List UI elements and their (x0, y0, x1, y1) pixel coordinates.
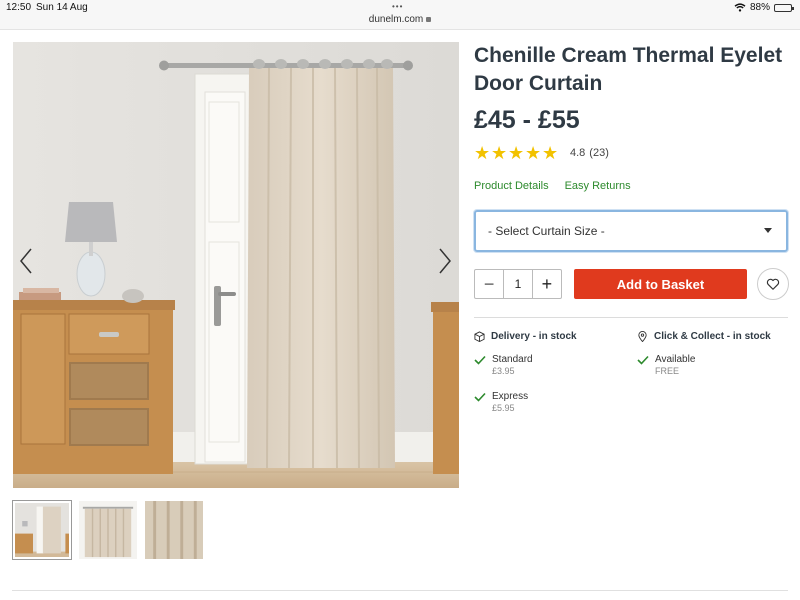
star-icon: ★ (491, 143, 508, 163)
product-title: Chenille Cream Thermal Eyelet Door Curta… (474, 44, 783, 95)
thumbnail-strip (12, 500, 204, 560)
check-icon (474, 355, 486, 365)
click-collect-heading-text: Click & Collect - in stock (654, 330, 771, 342)
add-to-basket-button[interactable]: Add to Basket (574, 269, 747, 299)
quantity-decrease-button[interactable]: − (475, 270, 503, 298)
delivery-option-standard: Standard £3.95 (474, 354, 577, 377)
next-image-arrow[interactable] (433, 246, 455, 276)
thumbnail-fabric-closeup[interactable] (144, 500, 204, 560)
check-icon (474, 392, 486, 402)
rating-stars: ★ ★ ★ ★ ★ (474, 143, 559, 163)
section-divider (474, 317, 788, 318)
size-select-value: - Select Curtain Size - (488, 224, 605, 238)
star-icon: ★ (542, 143, 559, 163)
delivery-heading-text: Delivery - in stock (491, 330, 577, 342)
star-icon: ★ (525, 143, 542, 163)
click-collect-heading: Click & Collect - in stock (637, 330, 771, 342)
chevron-right-icon (439, 248, 451, 274)
delivery-heading: Delivery - in stock (474, 330, 577, 342)
product-links: Product Details Easy Returns (474, 180, 631, 192)
delivery-option-express: Express £5.95 (474, 391, 577, 414)
curtain-room-image (13, 42, 459, 488)
easy-returns-link[interactable]: Easy Returns (565, 180, 631, 192)
quantity-stepper: − 1 + (474, 269, 562, 299)
lock-icon (426, 17, 432, 22)
address-bar[interactable]: dunelm.com (0, 14, 800, 25)
delivery-option-price: £5.95 (492, 403, 515, 413)
star-icon: ★ (508, 143, 525, 163)
main-product-image[interactable] (13, 42, 459, 488)
click-collect-option-price: FREE (655, 366, 680, 376)
thumbnail-room[interactable] (12, 500, 72, 560)
dropdown-caret-icon (764, 228, 772, 233)
more-dots-icon[interactable]: ••• (392, 2, 403, 11)
check-icon (637, 355, 649, 365)
address-url: dunelm.com (368, 14, 424, 25)
curtain-size-select[interactable]: - Select Curtain Size - (474, 210, 788, 252)
clock-time: 12:50 (6, 2, 32, 13)
click-collect-section: Click & Collect - in stock Available FRE… (637, 330, 771, 377)
ios-status-bar: 12:50 Sun 14 Aug ••• dunelm.com 88% (0, 0, 800, 30)
product-price: £45 - £55 (474, 106, 580, 134)
product-details-link[interactable]: Product Details (474, 180, 549, 192)
review-count[interactable]: (23) (589, 147, 609, 159)
page-bottom-divider (12, 590, 788, 591)
rating-value: 4.8 (570, 147, 586, 159)
click-collect-option-available: Available FREE (637, 354, 771, 377)
thumbnail-room-image (15, 503, 69, 557)
delivery-option-name: Express (492, 391, 529, 402)
heart-icon (766, 278, 780, 290)
thumbnail-curtain-image (79, 501, 137, 559)
quantity-increase-button[interactable]: + (533, 270, 561, 298)
clock-date: Sun 14 Aug (36, 2, 88, 13)
star-icon: ★ (474, 143, 491, 163)
chevron-left-icon (20, 248, 32, 274)
product-rating[interactable]: ★ ★ ★ ★ ★ 4.8 (23) (474, 143, 609, 163)
quantity-value[interactable]: 1 (503, 270, 533, 298)
battery-percent: 88% (749, 2, 770, 13)
click-collect-option-name: Available (655, 354, 696, 365)
delivery-option-name: Standard (492, 354, 533, 365)
box-icon (474, 330, 485, 342)
thumbnail-fabric-image (145, 501, 203, 559)
status-indicators: 88% (734, 2, 794, 13)
location-pin-icon (638, 330, 647, 342)
thumbnail-curtain-hanging[interactable] (78, 500, 138, 560)
wifi-icon (734, 3, 746, 12)
previous-image-arrow[interactable] (16, 246, 38, 276)
delivery-option-price: £3.95 (492, 366, 515, 376)
delivery-section: Delivery - in stock Standard £3.95 Expre… (474, 330, 577, 414)
battery-icon (774, 3, 794, 12)
wishlist-button[interactable] (757, 268, 789, 300)
